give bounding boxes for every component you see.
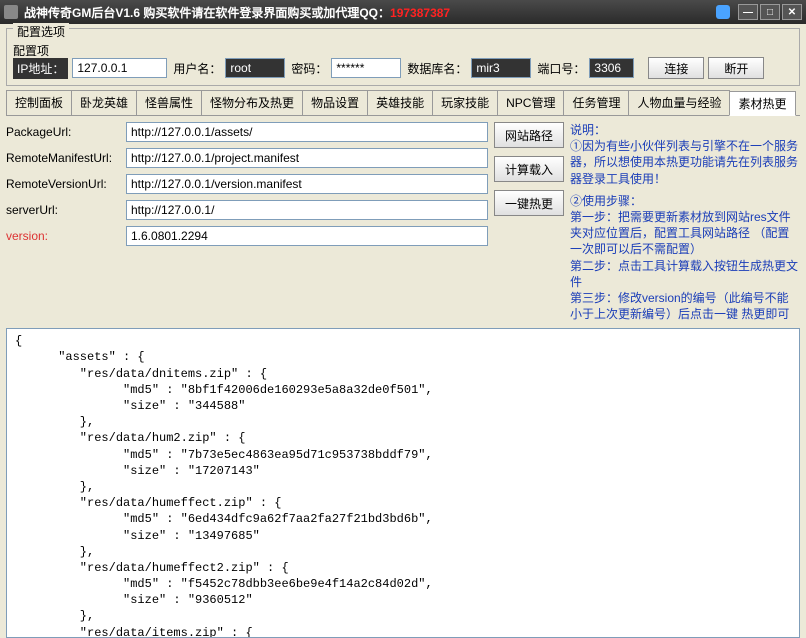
one-key-button[interactable]: 一键热更 [494,190,564,216]
pwd-input[interactable] [331,58,401,78]
tab-hp-exp[interactable]: 人物血量与经验 [628,90,730,115]
remotemanifest-input[interactable] [126,148,488,168]
shield-icon [716,5,730,19]
config-groupbox: 配置选项 配置项 IP地址： 用户名： 密码： 数据库名： 端口号： 连接 断开 [6,28,800,86]
tab-npc[interactable]: NPC管理 [497,90,564,115]
tab-bar: 控制面板 卧龙英雄 怪兽属性 怪物分布及热更 物品设置 英雄技能 玩家技能 NP… [6,90,800,116]
app-icon [4,5,18,19]
packageurl-label: PackageUrl: [6,125,126,139]
ip-input[interactable] [72,58,167,78]
help-text: 说明： ①因为有些小伙伴列表与引擎不在一个服务器，所以想使用本热更功能请先在列表… [570,122,800,322]
tab-monster-dist[interactable]: 怪物分布及热更 [201,90,303,115]
serverurl-input[interactable] [126,200,488,220]
tab-task[interactable]: 任务管理 [563,90,629,115]
tab-hero[interactable]: 卧龙英雄 [71,90,137,115]
serverurl-label: serverUrl: [6,203,126,217]
remoteversion-label: RemoteVersionUrl: [6,177,126,191]
titlebar-text: 战神传奇GM后台V1.6 购买软件请在软件登录界面购买或加代理QQ：197387… [24,4,716,21]
tab-item-settings[interactable]: 物品设置 [302,90,368,115]
tab-hero-skill[interactable]: 英雄技能 [367,90,433,115]
titlebar: 战神传奇GM后台V1.6 购买软件请在软件登录界面购买或加代理QQ：197387… [0,0,806,24]
tab-control-panel[interactable]: 控制面板 [6,90,72,115]
packageurl-input[interactable] [126,122,488,142]
version-label: version: [6,229,126,243]
tab-player-skill[interactable]: 玩家技能 [432,90,498,115]
site-path-button[interactable]: 网站路径 [494,122,564,148]
port-input[interactable] [589,58,634,78]
minimize-button[interactable]: — [738,4,758,20]
calc-load-button[interactable]: 计算载入 [494,156,564,182]
qq-number: 197387387 [390,6,450,20]
pwd-label: 密码： [291,60,327,77]
json-output[interactable]: { "assets" : { "res/data/dnitems.zip" : … [6,328,800,638]
tab-monster-attr[interactable]: 怪兽属性 [136,90,202,115]
db-label: 数据库名： [407,60,467,77]
port-label: 端口号： [537,60,585,77]
version-input[interactable] [126,226,488,246]
maximize-button[interactable]: □ [760,4,780,20]
user-label: 用户名： [173,60,221,77]
disconnect-button[interactable]: 断开 [708,57,764,79]
tab-asset-hotupdate[interactable]: 素材热更 [729,91,795,116]
connect-button[interactable]: 连接 [648,57,704,79]
remoteversion-input[interactable] [126,174,488,194]
config-title: 配置选项 [13,23,69,40]
user-input[interactable] [225,58,285,78]
db-input[interactable] [471,58,531,78]
remotemanifest-label: RemoteManifestUrl: [6,151,126,165]
ip-label: IP地址： [13,58,68,79]
close-button[interactable]: ✕ [782,4,802,20]
